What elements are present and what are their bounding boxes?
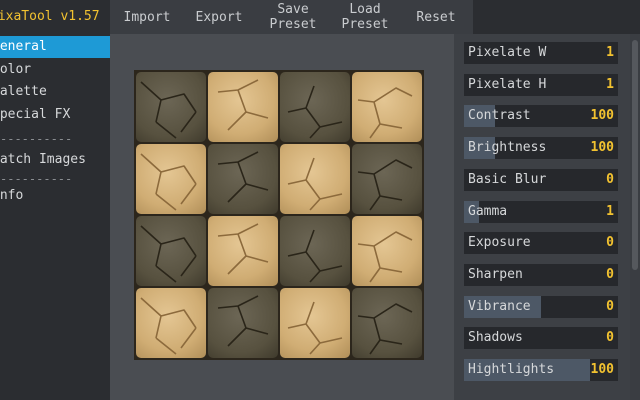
setting-label: Exposure (468, 235, 531, 251)
setting-vibrance-slider[interactable]: Vibrance 0 (464, 295, 618, 318)
setting-value: 0 (606, 171, 614, 187)
setting-label: Basic Blur (468, 171, 547, 187)
stone-tile-light (352, 216, 422, 286)
setting-label: Shadows (468, 330, 523, 346)
setting-contrast-slider[interactable]: Contrast 100 (464, 105, 618, 128)
sidebar-item-palette[interactable]: Palette (0, 81, 110, 103)
stone-tile-light (136, 144, 206, 214)
sidebar-item-info[interactable]: Info (0, 185, 110, 207)
setting-value: 0 (606, 298, 614, 314)
stone-tile-dark (208, 288, 278, 358)
app-title: PixaTool v1.57 (0, 0, 110, 34)
save-preset-button[interactable]: Save Preset (258, 0, 328, 34)
reset-button[interactable]: Reset (404, 0, 468, 34)
stone-tile-light (208, 216, 278, 286)
setting-basic-blur-slider[interactable]: Basic Blur 0 (464, 168, 618, 191)
setting-label: Hightlights (468, 362, 555, 377)
stone-tile-dark (352, 288, 422, 358)
setting-label: Vibrance (468, 298, 531, 314)
load-preset-button[interactable]: Load Preset (330, 0, 400, 34)
setting-gamma-slider[interactable]: Gamma 1 (464, 200, 618, 223)
setting-label: Pixelate H (468, 76, 547, 92)
setting-label: Pixelate W (468, 45, 547, 60)
sidebar-item-batch-images[interactable]: Batch Images (0, 149, 110, 171)
sidebar-item-special-fx[interactable]: Special FX (0, 104, 110, 126)
stone-tile-light (208, 72, 278, 142)
stone-tile-dark (280, 72, 350, 142)
setting-label: Sharpen (468, 266, 523, 282)
setting-pixelate-h-slider[interactable]: Pixelate H 1 (464, 73, 618, 96)
setting-label: Gamma (468, 203, 508, 219)
setting-value: 1 (606, 45, 614, 60)
setting-value: 0 (606, 330, 614, 346)
stone-tile-dark (208, 144, 278, 214)
import-button[interactable]: Import (113, 0, 181, 34)
sidebar: General Color Palette Special FX -------… (0, 34, 110, 400)
stone-tile-dark (136, 72, 206, 142)
stone-tile-light (280, 144, 350, 214)
sidebar-item-general[interactable]: General (0, 36, 110, 58)
stone-tile-dark (280, 216, 350, 286)
stone-tile-light (352, 72, 422, 142)
setting-value: 1 (606, 76, 614, 92)
setting-brightness-slider[interactable]: Brightness 100 (464, 137, 618, 160)
setting-value: 100 (590, 362, 614, 377)
setting-hightlights-slider[interactable]: Hightlights 100 (464, 359, 618, 381)
image-preview (134, 70, 424, 360)
stone-tile-dark (352, 144, 422, 214)
sidebar-separator: ---------- (0, 132, 73, 146)
stone-tile-dark (136, 216, 206, 286)
stone-tile-light (136, 288, 206, 358)
setting-label: Contrast (468, 108, 531, 124)
setting-value: 100 (590, 140, 614, 156)
setting-sharpen-slider[interactable]: Sharpen 0 (464, 263, 618, 286)
setting-value: 0 (606, 266, 614, 282)
stone-tile-light (280, 288, 350, 358)
setting-label: Brightness (468, 140, 547, 156)
menu-bar-filler (473, 0, 640, 34)
setting-value: 100 (590, 108, 614, 124)
setting-value: 1 (606, 203, 614, 219)
setting-exposure-slider[interactable]: Exposure 0 (464, 232, 618, 255)
setting-shadows-slider[interactable]: Shadows 0 (464, 327, 618, 350)
sidebar-item-color[interactable]: Color (0, 59, 110, 81)
panel-scrollbar-thumb[interactable] (632, 40, 638, 270)
setting-value: 0 (606, 235, 614, 251)
export-button[interactable]: Export (186, 0, 252, 34)
setting-pixelate-w-slider[interactable]: Pixelate W 1 (464, 42, 618, 64)
